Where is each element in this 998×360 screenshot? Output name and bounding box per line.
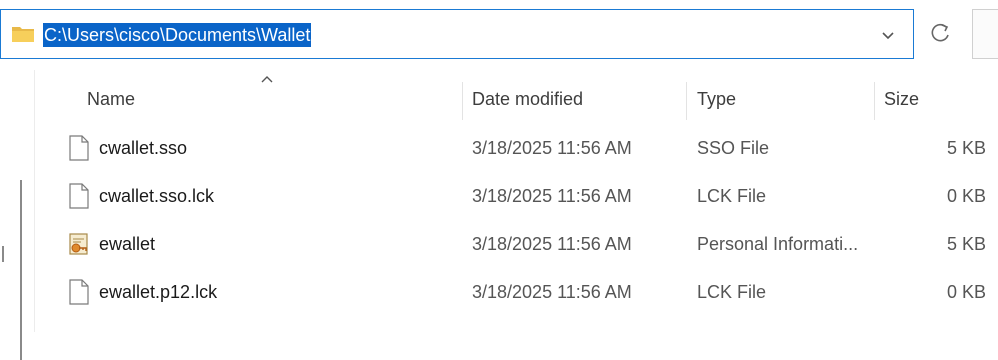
address-bar[interactable]: C:\Users\cisco\Documents\Wallet — [0, 9, 914, 59]
file-type: LCK File — [697, 282, 767, 302]
file-name: ewallet.p12.lck — [99, 282, 218, 302]
file-row[interactable]: cwallet.sso 3/18/2025 11:56 AM SSO File … — [40, 125, 998, 171]
file-name: cwallet.sso.lck — [99, 186, 215, 206]
file-size: 5 KB — [946, 234, 986, 254]
file-name: ewallet — [99, 234, 156, 254]
file-type: SSO File — [697, 138, 770, 158]
column-divider[interactable] — [462, 82, 463, 120]
navigation-pane[interactable] — [0, 70, 34, 360]
sort-ascending-icon — [261, 76, 273, 83]
column-header-date[interactable]: Date modified — [472, 86, 583, 112]
chevron-down-icon[interactable] — [879, 27, 897, 43]
folder-icon — [12, 27, 34, 42]
certificate-file-icon — [69, 233, 88, 255]
blank-file-icon — [69, 135, 89, 161]
column-header-name[interactable]: Name — [87, 86, 135, 112]
file-date: 3/18/2025 11:56 AM — [472, 234, 632, 254]
file-row[interactable]: ewallet.p12.lck 3/18/2025 11:56 AM LCK F… — [40, 269, 998, 315]
column-header-type-label: Type — [697, 89, 737, 109]
column-divider[interactable] — [686, 82, 687, 120]
file-name: cwallet.sso — [99, 138, 188, 158]
file-date: 3/18/2025 11:56 AM — [472, 186, 632, 206]
refresh-button[interactable] — [922, 18, 960, 50]
file-type: LCK File — [697, 186, 767, 206]
pane-divider — [34, 70, 35, 332]
column-header-date-label: Date modified — [472, 89, 584, 109]
file-date: 3/18/2025 11:56 AM — [472, 282, 632, 302]
blank-file-icon — [69, 279, 89, 305]
file-date: 3/18/2025 11:56 AM — [472, 138, 632, 158]
refresh-icon — [931, 23, 949, 42]
column-divider[interactable] — [874, 82, 875, 120]
address-path-text[interactable]: C:\Users\cisco\Documents\Wallet — [43, 23, 312, 47]
file-size: 0 KB — [946, 186, 986, 206]
file-type: Personal Informati... — [697, 234, 859, 254]
file-row[interactable]: cwallet.sso.lck 3/18/2025 11:56 AM LCK F… — [40, 173, 998, 219]
column-header-type[interactable]: Type — [697, 86, 736, 112]
file-row[interactable]: ewallet 3/18/2025 11:56 AM Personal Info… — [40, 221, 998, 267]
file-size: 0 KB — [946, 282, 986, 302]
column-header-size-label: Size — [884, 89, 920, 109]
column-header-name-label: Name — [87, 89, 136, 109]
blank-file-icon — [69, 183, 89, 209]
pane-glyph — [2, 246, 4, 262]
column-header-size[interactable]: Size — [884, 86, 919, 112]
pane-scroll-mark — [20, 180, 22, 360]
search-box-edge[interactable] — [972, 9, 998, 59]
file-size: 5 KB — [946, 138, 986, 158]
